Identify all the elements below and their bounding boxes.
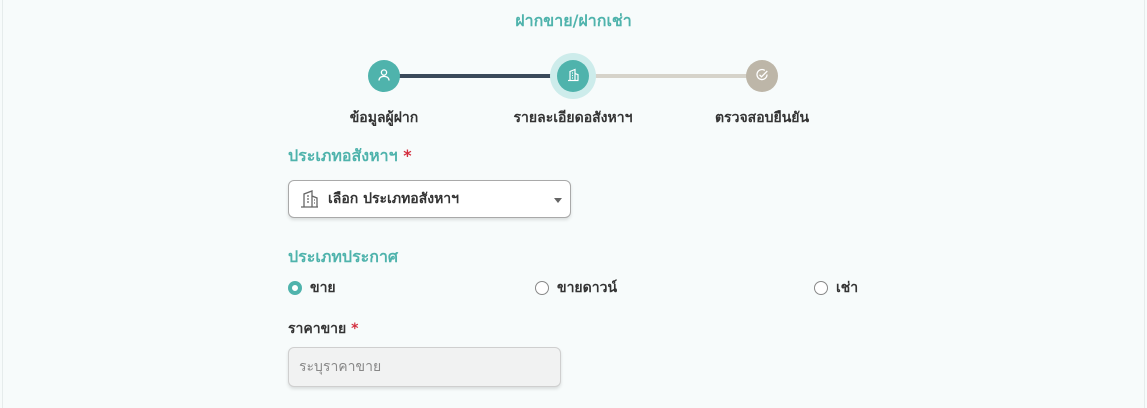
page-title: ฝากขาย/ฝากเช่า — [515, 11, 632, 30]
building-icon — [566, 67, 580, 86]
price-heading: ราคาขาย * — [288, 318, 358, 340]
radio-option-sell-down[interactable]: ขายดาวน์ — [535, 277, 617, 299]
radio-label: ขายดาวน์ — [557, 280, 618, 296]
listing-type-label: ประเภทประกาศ — [288, 247, 399, 266]
radio-label: ขาย — [310, 280, 336, 296]
price-input[interactable] — [288, 347, 561, 387]
radio-unselected-icon[interactable] — [814, 281, 828, 295]
step-3-circle[interactable] — [746, 60, 778, 92]
radio-unselected-icon[interactable] — [535, 281, 549, 295]
required-mark: * — [351, 321, 359, 337]
price-label: ราคาขาย — [288, 321, 347, 337]
property-type-select-value: เลือก ประเภทอสังหาฯ — [328, 191, 460, 207]
property-type-select[interactable]: เลือก ประเภทอสังหาฯ — [288, 180, 571, 218]
stepper-line-complete — [384, 74, 573, 78]
chevron-down-icon — [554, 198, 562, 203]
user-icon — [377, 67, 391, 86]
step-2-label: รายละเอียดอสังหาฯ — [513, 110, 633, 126]
step-2-circle[interactable] — [557, 60, 589, 92]
step-1-label: ข้อมูลผู้ฝาก — [349, 110, 419, 126]
property-type-heading: ประเภทอสังหาฯ * — [288, 144, 412, 169]
radio-selected-icon[interactable] — [288, 281, 302, 295]
property-type-label: ประเภทอสังหาฯ — [288, 146, 398, 165]
check-circle-icon — [755, 67, 769, 86]
building-icon — [298, 188, 320, 210]
step-1-circle[interactable] — [368, 60, 400, 92]
step-3-label: ตรวจสอบยืนยัน — [714, 110, 810, 126]
radio-option-sell[interactable]: ขาย — [288, 277, 336, 299]
stepper-line-pending — [573, 74, 762, 78]
radio-option-rent[interactable]: เช่า — [814, 277, 858, 299]
required-mark: * — [403, 146, 412, 165]
radio-label: เช่า — [836, 280, 859, 296]
